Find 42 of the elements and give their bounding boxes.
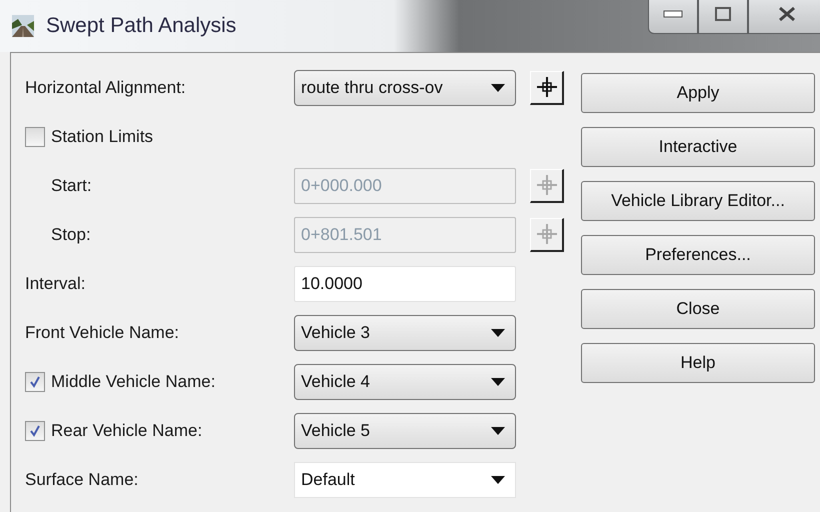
dropdown[interactable]: Vehicle 5 xyxy=(294,412,516,448)
dialog-button[interactable]: Help xyxy=(581,343,815,383)
dialog-button[interactable]: Vehicle Library Editor... xyxy=(581,181,815,221)
check-icon xyxy=(29,376,41,388)
dialog-button[interactable]: Apply xyxy=(581,73,815,113)
crosshair-icon xyxy=(536,224,556,244)
crosshair-icon xyxy=(536,77,556,97)
caret-icon xyxy=(491,378,505,386)
close-icon xyxy=(778,6,796,22)
caret-icon xyxy=(491,426,505,434)
field-label: Interval: xyxy=(25,274,86,294)
window-title: Swept Path Analysis xyxy=(46,14,236,38)
checkbox[interactable] xyxy=(25,372,45,392)
maximize-icon xyxy=(715,7,731,21)
field-label: Stop: xyxy=(51,224,91,244)
minimize-button[interactable] xyxy=(648,0,698,34)
field-label: Start: xyxy=(51,176,92,196)
dialog-button[interactable]: Preferences... xyxy=(581,235,815,275)
pick-button[interactable] xyxy=(530,70,564,104)
input-field[interactable]: 10.0000 xyxy=(294,266,516,302)
field-label: Middle Vehicle Name: xyxy=(51,372,216,392)
dialog-button[interactable]: Close xyxy=(581,289,815,329)
field-label: Station Limits xyxy=(51,126,154,146)
close-button[interactable] xyxy=(748,0,820,34)
checkbox[interactable] xyxy=(25,126,45,146)
dropdown[interactable]: Default xyxy=(294,462,516,498)
field-label: Surface Name: xyxy=(25,470,138,490)
field-label: Horizontal Alignment: xyxy=(25,78,186,98)
maximize-button[interactable] xyxy=(698,0,748,34)
checkbox[interactable] xyxy=(25,420,45,440)
field-label: Front Vehicle Name: xyxy=(25,322,180,342)
minimize-icon xyxy=(663,10,683,18)
dropdown[interactable]: Vehicle 4 xyxy=(294,364,516,400)
caret-icon xyxy=(491,476,505,484)
dropdown[interactable]: Vehicle 3 xyxy=(294,314,516,350)
check-icon xyxy=(29,424,41,436)
caret-icon xyxy=(491,328,505,336)
dropdown[interactable]: route thru cross-ov xyxy=(294,70,516,106)
caret-icon xyxy=(491,84,505,92)
crosshair-icon xyxy=(536,175,556,195)
field-label: Rear Vehicle Name: xyxy=(51,420,202,440)
dialog-button[interactable]: Interactive xyxy=(581,127,815,167)
